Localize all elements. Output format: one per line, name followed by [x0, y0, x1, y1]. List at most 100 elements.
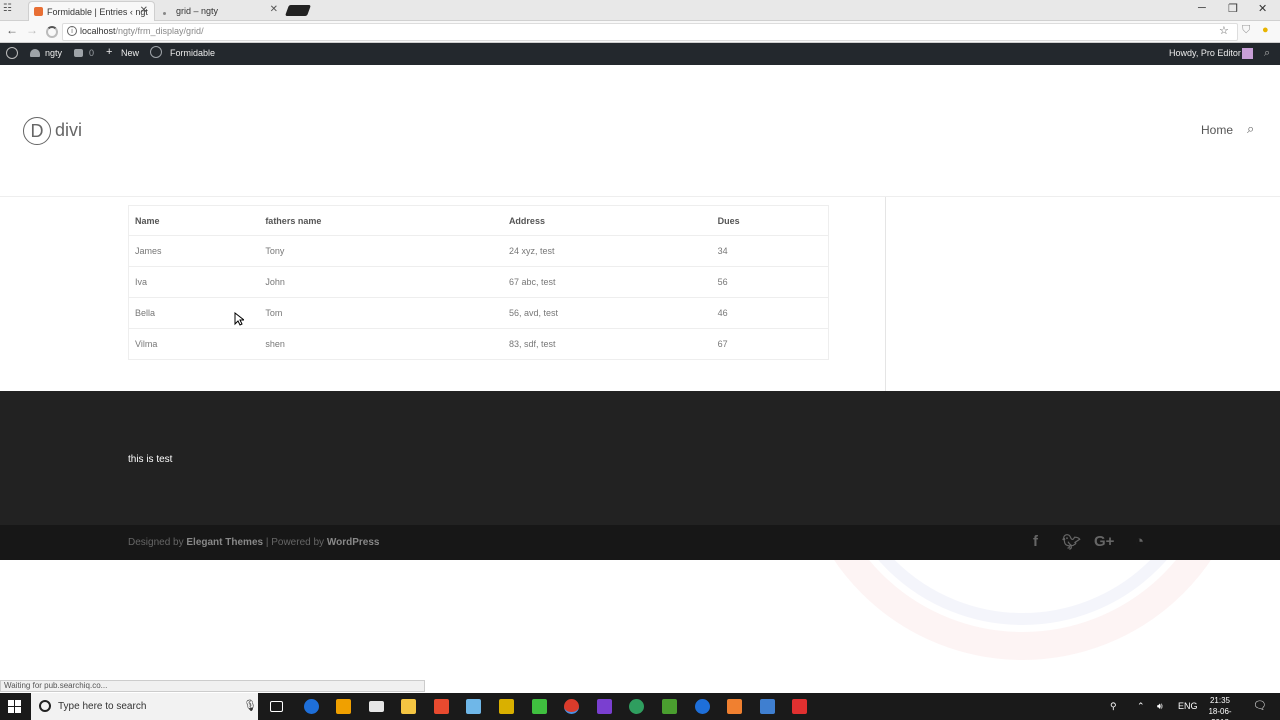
app-edge-green-icon[interactable] [629, 699, 644, 714]
cell-fathers-name: shen [259, 328, 503, 360]
tab-close-icon[interactable]: ✕ [270, 1, 278, 19]
header-dues: Dues [711, 205, 829, 236]
comments-count[interactable]: 0 [89, 48, 94, 58]
admin-search-icon[interactable]: ⌕ [1264, 47, 1270, 60]
tab-grid-ngty[interactable]: grid – ngty ✕ [158, 1, 284, 21]
app-green-icon[interactable] [532, 699, 547, 714]
app-s-icon[interactable] [434, 699, 449, 714]
cell-dues: 46 [711, 297, 829, 329]
new-content-link[interactable]: New [121, 48, 139, 58]
howdy-user-link[interactable]: Howdy, Pro Editor [1169, 48, 1241, 58]
cell-dues: 34 [711, 235, 829, 267]
main-content: Name fathers name Address Dues James Ton… [0, 197, 1280, 391]
app-s-blue-icon[interactable] [760, 699, 775, 714]
formidable-logo-icon [150, 46, 162, 58]
tab-formidable-entries[interactable]: Formidable | Entries ‹ ngt ✕ [28, 1, 155, 21]
shield-icon[interactable]: ⛉ [1242, 24, 1250, 37]
tray-clock[interactable]: 21:35 18-06-2018 [1200, 695, 1240, 720]
footer-credits: Designed by Elegant Themes | Powered by … [128, 537, 380, 548]
back-arrow-icon[interactable]: ← [6, 23, 18, 37]
clock-date: 18-06-2018 [1208, 707, 1232, 720]
tab-close-icon[interactable]: ✕ [140, 2, 148, 20]
search-icon[interactable]: ⌕ [1247, 121, 1254, 137]
app-red-icon[interactable] [792, 699, 807, 714]
divi-logo-icon[interactable]: D [23, 117, 51, 145]
app-yellow-icon[interactable] [499, 699, 514, 714]
cell-address: 56, avd, test [502, 297, 712, 329]
comment-bubble-icon [74, 49, 83, 57]
rss-icon[interactable]: ◔ [1135, 533, 1144, 550]
twitter-icon[interactable]: 🐦︎ [1062, 533, 1081, 551]
taskbar-search-box[interactable]: Type here to search 🎙︎ [31, 693, 258, 720]
google-plus-icon[interactable]: G+ [1094, 533, 1114, 550]
app-notepad-icon[interactable] [662, 699, 677, 714]
extension-icon[interactable]: ● [1262, 24, 1269, 36]
footer-bottom-bar: Designed by Elegant Themes | Powered by … [0, 525, 1280, 560]
restore-icon[interactable]: ❐ [1228, 2, 1238, 15]
loading-favicon-icon [163, 12, 166, 15]
formidable-link[interactable]: Formidable [170, 48, 215, 58]
taskbar-search-placeholder: Type here to search [58, 701, 147, 712]
site-name-link[interactable]: ngty [45, 48, 62, 58]
app-purple-icon[interactable] [597, 699, 612, 714]
ie-icon[interactable] [695, 699, 710, 714]
clock-time: 21:35 [1209, 696, 1231, 705]
tray-language[interactable]: ENG [1178, 701, 1198, 711]
tray-person-icon[interactable]: ⚲ [1110, 701, 1117, 712]
cell-fathers-name: Tony [259, 235, 503, 267]
cell-address: 24 xyz, test [502, 235, 712, 267]
cell-name: Vilma [128, 328, 260, 360]
wordpress-link[interactable]: WordPress [327, 537, 380, 548]
tab-title: grid – ngty [176, 6, 219, 16]
formidable-favicon-icon [34, 7, 43, 16]
avatar[interactable] [1242, 48, 1253, 59]
tray-volume-icon[interactable]: 🔊︎ [1157, 701, 1163, 712]
header-fathers-name: fathers name [259, 205, 503, 236]
facebook-icon[interactable]: f [1033, 533, 1038, 550]
browser-menu-icon[interactable]: ☷ [3, 3, 12, 14]
bookmark-star-icon[interactable]: ☆ [1219, 24, 1229, 37]
minimize-icon[interactable]: ─ [1198, 2, 1206, 14]
loading-spinner-icon[interactable] [46, 26, 58, 38]
task-view-icon[interactable] [270, 701, 283, 712]
table-row: Iva John 67 abc, test 56 [128, 266, 829, 298]
forward-arrow-icon[interactable]: → [26, 23, 38, 37]
wordpress-logo-icon[interactable] [6, 47, 18, 59]
tray-chevron-up-icon[interactable]: ⌃ [1137, 701, 1145, 712]
new-tab-button[interactable] [284, 5, 312, 16]
table-row: Vilma shen 83, sdf, test 67 [128, 328, 829, 360]
edge-icon[interactable] [304, 699, 319, 714]
windows-start-icon[interactable] [8, 700, 21, 713]
xampp-icon[interactable] [727, 699, 742, 714]
header-address: Address [502, 205, 712, 236]
browser-tab-strip: ☷ Formidable | Entries ‹ ngt ✕ grid – ng… [0, 0, 1280, 21]
mail-icon[interactable] [369, 701, 384, 712]
footer-widget-text: this is test [128, 454, 173, 465]
tab-title: Formidable | Entries ‹ ngt [47, 7, 148, 17]
elegant-themes-link[interactable]: Elegant Themes [186, 537, 263, 548]
window-close-icon[interactable]: ✕ [1258, 2, 1267, 15]
browser-toolbar: ← → i localhost/ngty/frm_display/grid/ ☆… [0, 21, 1280, 43]
sidebar-divider [885, 197, 886, 391]
nav-home-link[interactable]: Home [1201, 123, 1233, 137]
chrome-icon[interactable] [564, 699, 579, 714]
cell-fathers-name: John [259, 266, 503, 298]
screen: ☷ Formidable | Entries ‹ ngt ✕ grid – ng… [0, 0, 1280, 720]
notification-icon[interactable]: 🗨︎ [1253, 699, 1267, 712]
cortana-icon [39, 700, 51, 712]
info-icon[interactable]: i [67, 26, 77, 36]
header-name: Name [128, 205, 260, 236]
url-text[interactable]: localhost/ngty/frm_display/grid/ [80, 26, 204, 36]
cell-address: 83, sdf, test [502, 328, 712, 360]
dashboard-icon [30, 49, 40, 57]
cell-name: James [128, 235, 260, 267]
app-feather-icon[interactable] [466, 699, 481, 714]
address-bar[interactable]: i localhost/ngty/frm_display/grid/ [62, 23, 1238, 41]
table-row: James Tony 24 xyz, test 34 [128, 235, 829, 267]
entries-grid-table: Name fathers name Address Dues James Ton… [128, 205, 829, 360]
site-logo-text[interactable]: divi [55, 120, 82, 141]
file-explorer-icon[interactable] [401, 699, 416, 714]
cell-fathers-name: Tom [259, 297, 503, 329]
store-icon[interactable] [336, 699, 351, 714]
microphone-icon[interactable]: 🎙︎ [243, 699, 257, 712]
